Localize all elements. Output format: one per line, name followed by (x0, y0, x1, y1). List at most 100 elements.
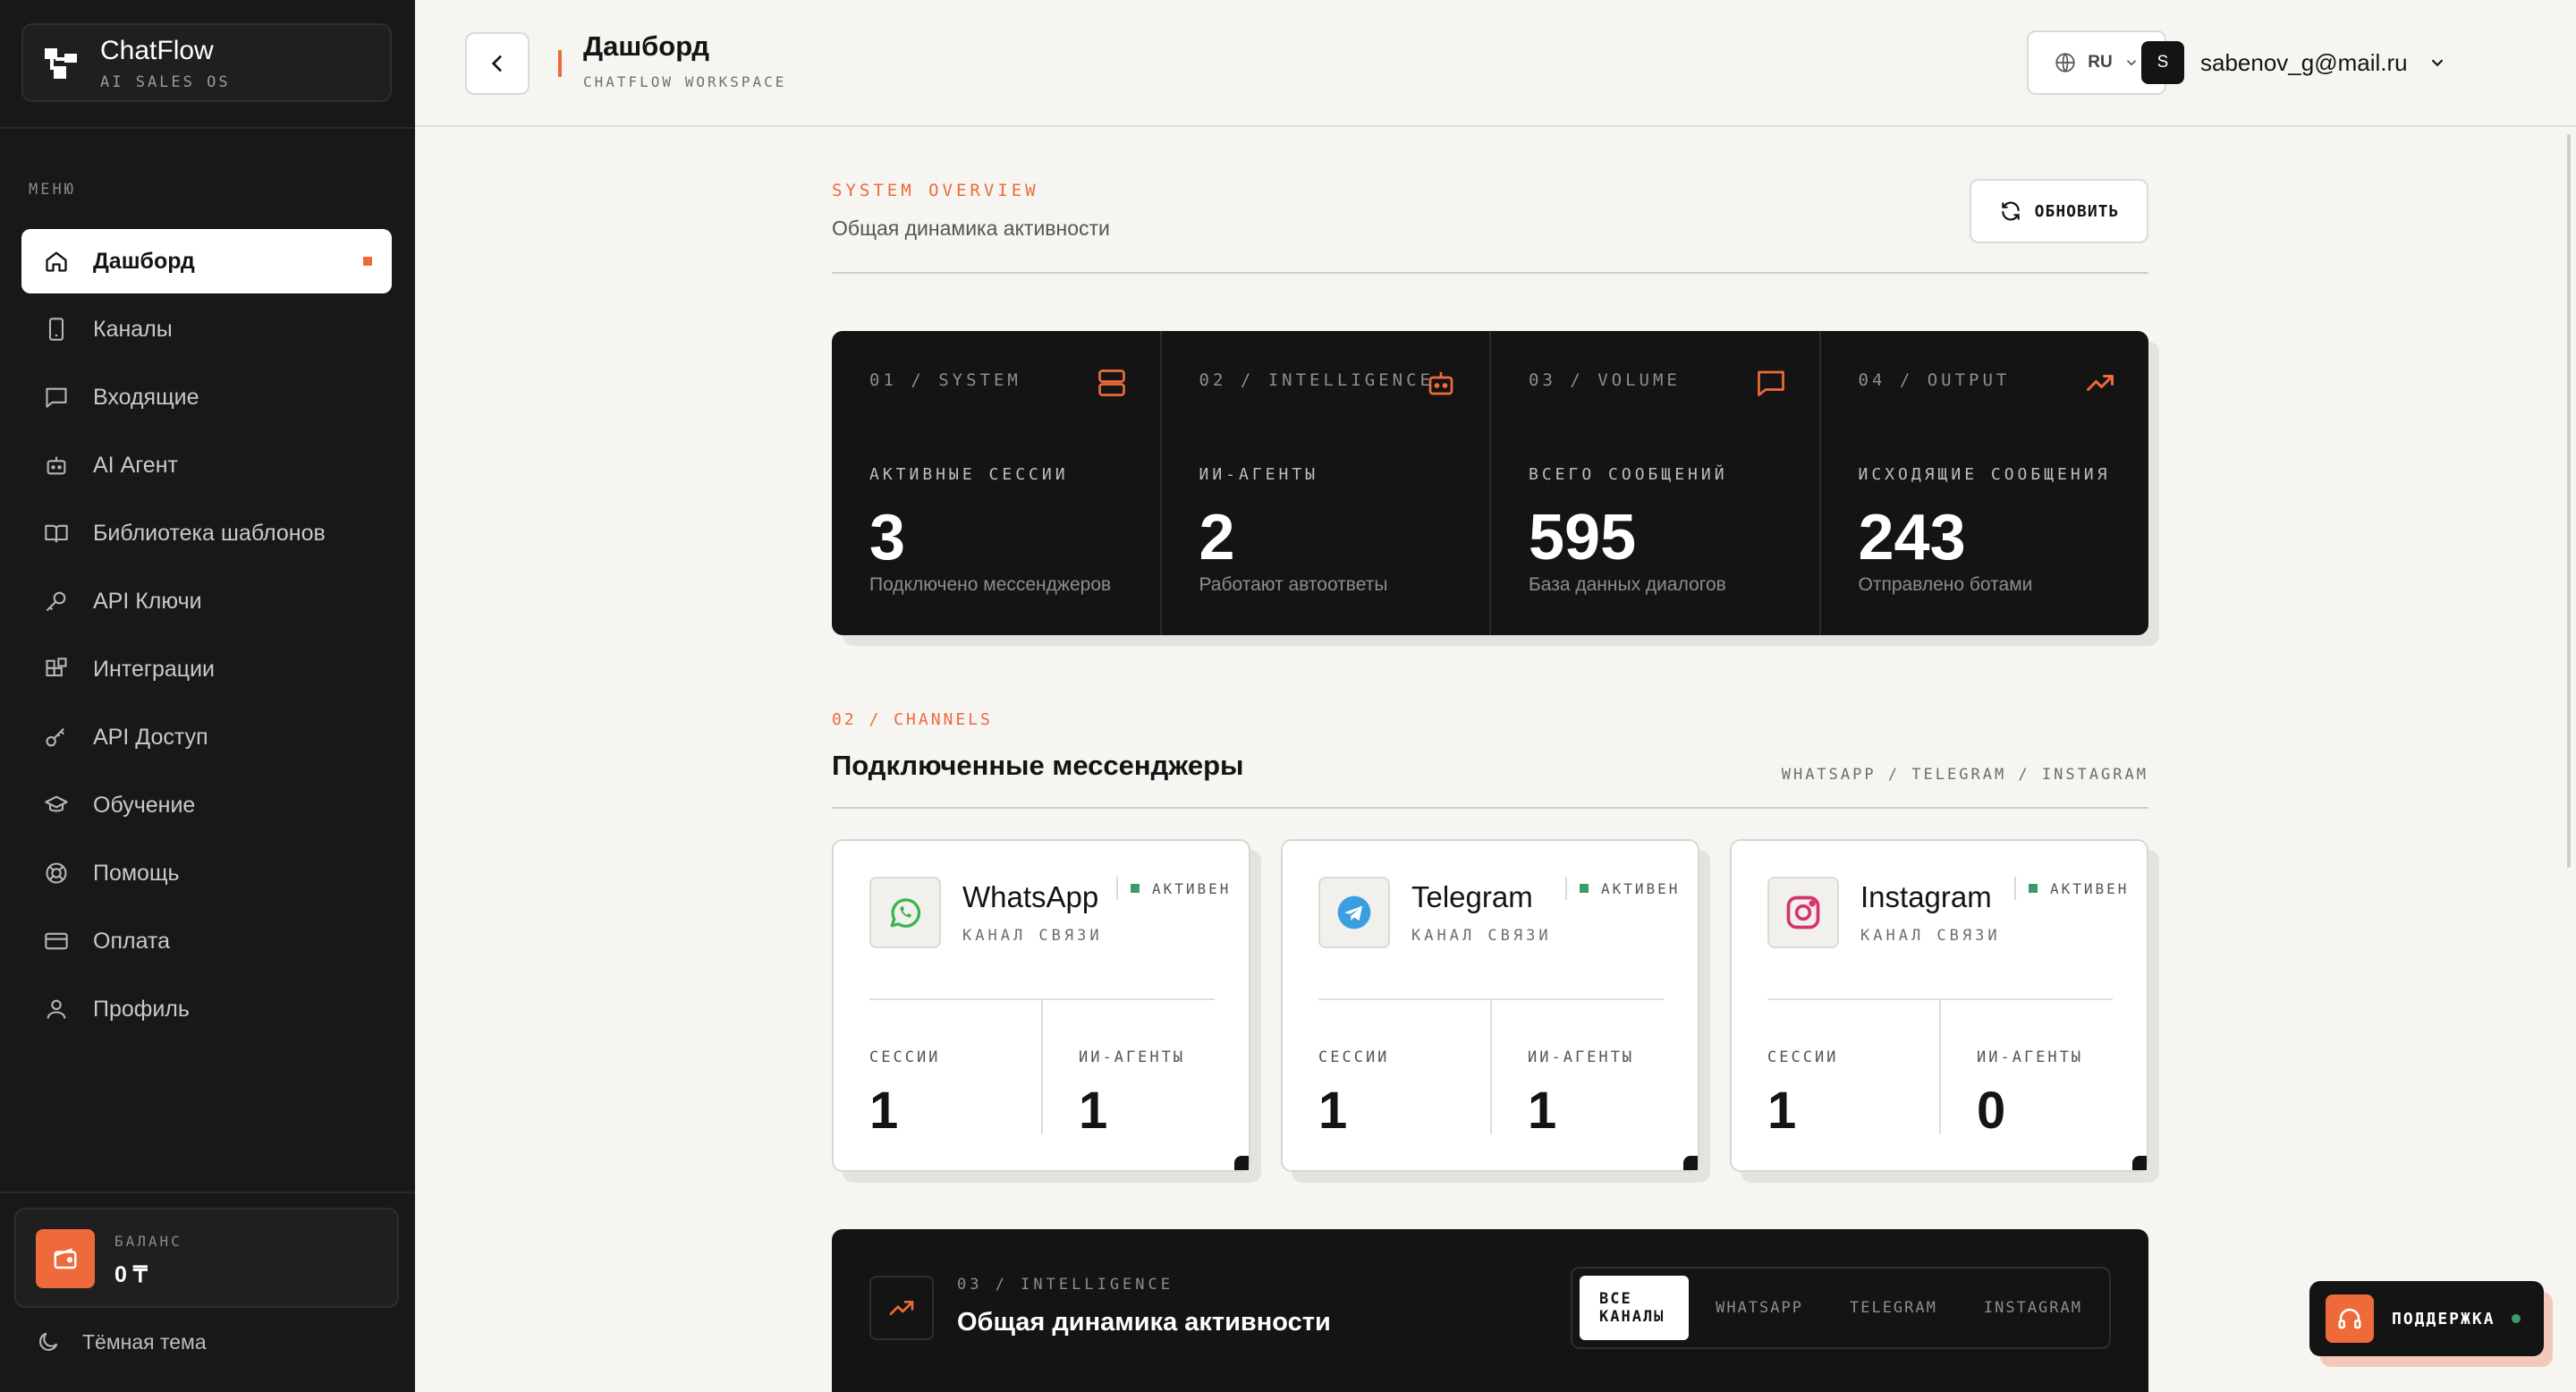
status-label: АКТИВЕН (1152, 879, 1232, 897)
sidebar-item-inbox[interactable]: Входящие (21, 365, 392, 429)
sidebar-item-billing[interactable]: Оплата (21, 909, 392, 973)
page-subtitle: CHATFLOW WORKSPACE (583, 73, 787, 90)
stat-kicker: 03 / VOLUME (1529, 370, 1681, 390)
tab-whatsapp[interactable]: WHATSAPP (1696, 1276, 1823, 1340)
active-indicator (363, 257, 372, 266)
sessions-value: 1 (1767, 1082, 1797, 1140)
channel-name: Instagram (1860, 880, 1992, 913)
refresh-label: ОБНОВИТЬ (2034, 201, 2120, 221)
tab-telegram[interactable]: TELEGRAM (1830, 1276, 1957, 1340)
sidebar-item-label: Профиль (93, 996, 190, 1022)
status-indicator (1131, 884, 1140, 893)
refresh-icon (2001, 201, 2020, 221)
card-divider (1939, 1000, 1941, 1134)
stat-description: Отправлено ботами (1858, 574, 2033, 595)
intelligence-panel: 03 / INTELLIGENCE Общая динамика активно… (832, 1229, 2148, 1392)
menu-heading: МЕНЮ (29, 181, 76, 199)
key-alt-icon (43, 724, 70, 751)
sidebar: ChatFlow AI SALES OS МЕНЮ Дашборд Каналы… (0, 0, 415, 1392)
sidebar-divider (0, 127, 415, 129)
sidebar-item-ai-agent[interactable]: AI Агент (21, 433, 392, 497)
channel-filter-tabs: ВСЕ КАНАЛЫ WHATSAPP TELEGRAM INSTAGRAM (1571, 1267, 2111, 1349)
title-accent (558, 50, 562, 77)
stat-label: ИИ-АГЕНТЫ (1199, 465, 1319, 484)
theme-toggle[interactable]: Тёмная тема (36, 1329, 207, 1354)
lifebuoy-icon (43, 860, 70, 887)
balance-value: 0 ₸ (114, 1262, 148, 1287)
overview-divider (832, 272, 2148, 274)
trending-up-icon (2087, 375, 2114, 391)
globe-icon (2055, 53, 2075, 72)
channels-kicker: 02 / CHANNELS (832, 710, 993, 729)
channel-card-telegram[interactable]: Telegram КАНАЛ СВЯЗИ АКТИВЕН СЕССИИ 1 ИИ… (1281, 839, 1699, 1172)
headset-icon (2326, 1294, 2374, 1343)
user-menu[interactable]: S sabenov_g@mail.ru (2141, 41, 2447, 84)
trending-up-icon (869, 1276, 934, 1340)
support-button[interactable]: ПОДДЕРЖКА (2309, 1281, 2544, 1356)
card-corner (2132, 1156, 2147, 1170)
tab-instagram[interactable]: INSTAGRAM (1964, 1276, 2102, 1340)
sidebar-item-label: Входящие (93, 384, 199, 410)
chevron-down-icon (2431, 59, 2443, 67)
home-icon (43, 248, 70, 275)
channel-type: КАНАЛ СВЯЗИ (1411, 927, 1552, 945)
channel-card-whatsapp[interactable]: WhatsApp КАНАЛ СВЯЗИ АКТИВЕН СЕССИИ 1 ИИ… (832, 839, 1250, 1172)
key-icon (43, 588, 70, 615)
stat-label: АКТИВНЫЕ СЕССИИ (869, 465, 1069, 484)
phone-icon (43, 316, 70, 343)
stat-outgoing-messages: 04 / OUTPUT ИСХОДЯЩИЕ СООБЩЕНИЯ 243 Отпр… (1821, 331, 2149, 635)
agents-value: 1 (1079, 1082, 1108, 1140)
sidebar-item-label: Помощь (93, 860, 180, 886)
sidebar-item-dashboard[interactable]: Дашборд (21, 229, 392, 293)
overview-subtitle: Общая динамика активности (832, 216, 1110, 240)
sessions-value: 1 (869, 1082, 899, 1140)
server-icon (1097, 369, 1125, 396)
channel-name: WhatsApp (962, 880, 1099, 913)
brand-switcher[interactable]: ChatFlow AI SALES OS (21, 23, 392, 102)
stat-ai-agents: 02 / INTELLIGENCE ИИ-АГЕНТЫ 2 Работают а… (1162, 331, 1491, 635)
page-title: Дашборд (583, 30, 710, 62)
refresh-button[interactable]: ОБНОВИТЬ (1970, 179, 2148, 243)
agents-label: ИИ-АГЕНТЫ (1079, 1048, 1186, 1066)
stat-active-sessions: 01 / SYSTEM АКТИВНЫЕ СЕССИИ 3 Подключено… (832, 331, 1162, 635)
top-header: Дашборд CHATFLOW WORKSPACE RU S sabenov_… (415, 0, 2576, 127)
tab-all-channels[interactable]: ВСЕ КАНАЛЫ (1580, 1276, 1690, 1340)
sidebar-nav: Дашборд Каналы Входящие AI Агент Библиот… (21, 229, 392, 1045)
sessions-label: СЕССИИ (1318, 1048, 1390, 1066)
stat-kicker: 02 / INTELLIGENCE (1199, 370, 1434, 390)
sidebar-item-channels[interactable]: Каналы (21, 297, 392, 361)
sidebar-item-label: Библиотека шаблонов (93, 520, 326, 546)
agents-value: 1 (1528, 1082, 1557, 1140)
sessions-value: 1 (1318, 1082, 1348, 1140)
sidebar-item-api-access[interactable]: API Доступ (21, 705, 392, 769)
user-icon (43, 996, 70, 1023)
scrollbar[interactable] (2567, 134, 2571, 868)
support-label: ПОДДЕРЖКА (2392, 1309, 2496, 1328)
sidebar-item-api-keys[interactable]: API Ключи (21, 569, 392, 633)
status-badge: АКТИВЕН (1565, 877, 1680, 900)
sidebar-item-templates[interactable]: Библиотека шаблонов (21, 501, 392, 565)
status-label: АКТИВЕН (2050, 879, 2130, 897)
stat-label: ИСХОДЯЩИЕ СООБЩЕНИЯ (1858, 465, 2111, 484)
sidebar-item-label: Обучение (93, 792, 196, 818)
sidebar-item-profile[interactable]: Профиль (21, 977, 392, 1041)
sidebar-item-label: Оплата (93, 928, 170, 954)
online-indicator (2511, 1314, 2521, 1323)
sidebar-item-label: API Ключи (93, 588, 202, 614)
channel-card-instagram[interactable]: Instagram КАНАЛ СВЯЗИ АКТИВЕН СЕССИИ 1 И… (1730, 839, 2148, 1172)
whatsapp-icon (869, 877, 941, 948)
sidebar-item-learning[interactable]: Обучение (21, 773, 392, 837)
wallet-icon (36, 1229, 95, 1288)
sidebar-divider (0, 1192, 415, 1193)
stat-total-messages: 03 / VOLUME ВСЕГО СООБЩЕНИЙ 595 База дан… (1491, 331, 1821, 635)
balance-card[interactable]: БАЛАНС 0 ₸ (14, 1208, 399, 1308)
sidebar-item-integrations[interactable]: Интеграции (21, 637, 392, 701)
agents-label: ИИ-АГЕНТЫ (1977, 1048, 2084, 1066)
stat-description: Работают автоответы (1199, 574, 1388, 595)
sidebar-item-label: Дашборд (93, 248, 195, 274)
logo-icon (45, 48, 77, 79)
channels-title: Подключенные мессенджеры (832, 750, 1244, 781)
sidebar-item-help[interactable]: Помощь (21, 841, 392, 905)
stat-value: 243 (1858, 502, 1966, 573)
back-button[interactable] (465, 32, 530, 95)
